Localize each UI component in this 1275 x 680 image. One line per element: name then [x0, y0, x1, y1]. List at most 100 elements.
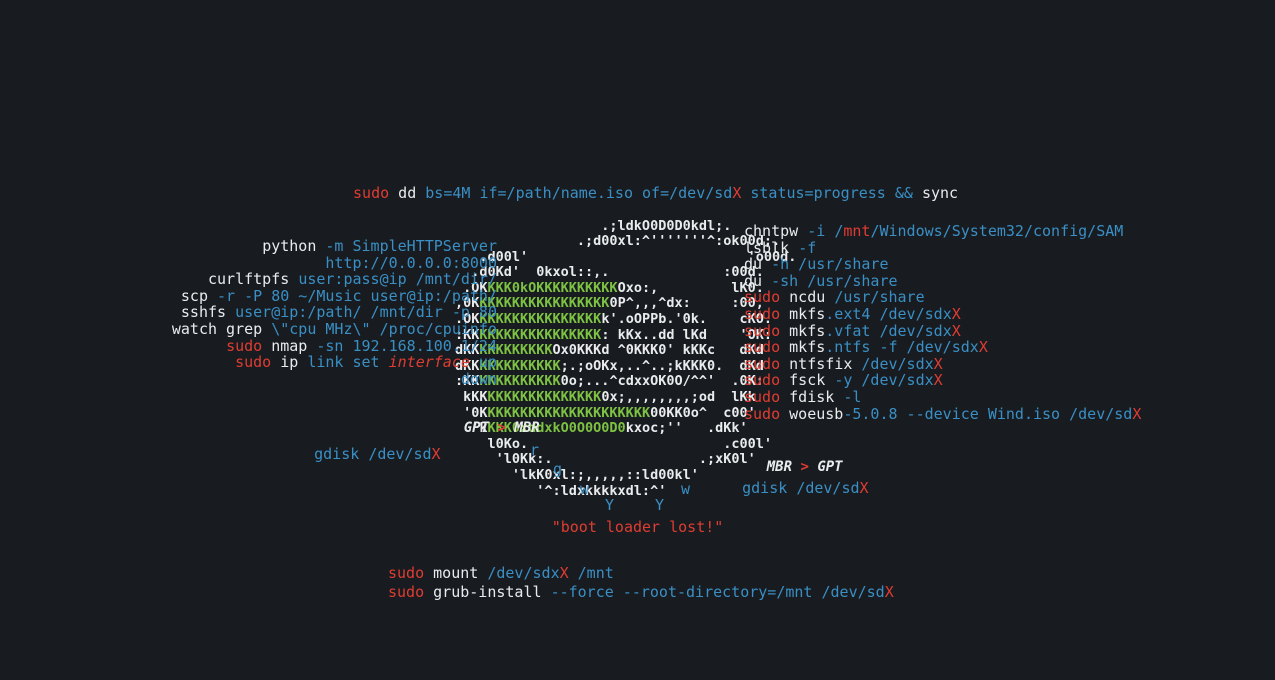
chntpw-seg-1: -i: [807, 222, 835, 240]
mount-seg-3: x: [550, 564, 560, 582]
gpt-label: GPT: [463, 420, 490, 436]
fsck-seg-3: x: [924, 371, 934, 390]
right-cmd-ntfsfix: sudo ntfsfix /dev/sdxX: [744, 354, 1141, 373]
dd-command-args: bs=4M if=/path/name.iso of=/dev/sd: [425, 184, 733, 202]
ip-link-set-seg-2: link set: [307, 353, 389, 372]
boot-loader-lost-text: "boot loader lost!": [551, 518, 724, 536]
bottom-cmd-grub-install: sudo grub-install --force --root-directo…: [388, 583, 894, 602]
lsblk-seg-0: lsblk: [744, 238, 799, 257]
right-cmd-mkfs-ntfs: sudo mkfs.ntfs -f /dev/sdxX: [744, 339, 1141, 356]
mkfs-ext4-seg-3: x: [942, 304, 952, 323]
fdisk-seg-2: -l: [843, 387, 862, 406]
python-http-seg-1: -m: [325, 237, 353, 255]
du-h-seg-0: du: [744, 255, 772, 274]
left-cmd-curlftpfs: curlftpfs user:pass@ip /mnt/dir/: [172, 271, 497, 288]
grub-install-seg-1: grub-install: [433, 582, 551, 601]
ip-link-set-seg-4: up: [469, 353, 497, 372]
tux-leg-y2: Y: [655, 496, 665, 514]
right-cmd-chntpw: chntpw -i /mnt/Windows/System32/config/S…: [744, 223, 1141, 240]
gpt-to-mbr-label: GPT > MBR: [430, 404, 540, 452]
left-cmd-python-http: python -m SimpleHTTPServer: [172, 238, 497, 255]
dd-command-name: dd: [389, 184, 426, 202]
fsck-seg-1: fsck: [789, 371, 835, 390]
mkfs-vfat-seg-3: x: [942, 321, 952, 340]
right-cmd-fsck: sudo fsck -y /dev/sdxX: [744, 372, 1141, 389]
nmap-seg-0: sudo: [226, 336, 272, 355]
ntfsfix-seg-4: X: [933, 354, 943, 373]
scp-seg-1: -r -P 80 ~/Music user@ip:/path/: [217, 286, 497, 305]
dd-sync-keyword: sync: [921, 184, 959, 202]
nmap-seg-1: nmap: [271, 336, 317, 355]
gdisk-right-name: gdisk: [742, 479, 797, 497]
mkfs-ntfs-seg-2: .ntfs -f /dev/sd: [825, 338, 970, 357]
right-cmd-du-sh: du -sh /usr/share: [744, 271, 1141, 290]
watch-grep-seg-0: watch grep: [171, 319, 272, 338]
right-cmd-mkfs-vfat: sudo mkfs.vfat /dev/sdxX: [744, 321, 1141, 340]
ncdu-seg-1: ncdu: [789, 288, 835, 307]
curlftpfs-seg-0: curlftpfs: [208, 270, 299, 289]
left-cmd-scp: scp -r -P 80 ~/Music user@ip:/path/: [172, 286, 497, 305]
wallpaper-canvas: sudo dd bs=4M if=/path/name.iso of=/dev/…: [0, 0, 1275, 680]
du-sh-seg-1: -sh /usr/share: [771, 271, 898, 290]
watch-grep-seg-1: \"cpu MHz\" /proc/cpuinfo: [271, 319, 497, 338]
left-command-column: python -m SimpleHTTPServer http://0.0.0.0…: [172, 238, 497, 387]
chntpw-seg-2: /: [834, 222, 844, 240]
dd-sudo-keyword: sudo: [353, 184, 390, 202]
right-cmd-mkfs-ext4: sudo mkfs.ext4 /dev/sdxX: [744, 306, 1141, 323]
ntfsfix-seg-1: ntfsfix: [789, 354, 862, 373]
left-cmd-sshfs: sshfs user@ip:/path/ /mnt/dir -p 80: [172, 304, 497, 321]
left-cmd-ip-link-set: sudo ip link set interface up: [172, 354, 497, 371]
mkfs-ntfs-seg-0: sudo: [744, 338, 790, 357]
dd-command-line: sudo dd bs=4M if=/path/name.iso of=/dev/…: [0, 166, 1275, 220]
du-sh-seg-0: du: [744, 271, 772, 290]
woeusb-seg-1: woeusb: [789, 404, 844, 423]
woeusb-seg-3: X: [1132, 404, 1142, 423]
dd-command-tail: status=progress &&: [741, 184, 922, 202]
mount-seg-4: X: [559, 564, 569, 582]
gdisk-left-name: gdisk: [314, 445, 369, 463]
right-command-column: chntpw -i /mnt/Windows/System32/config/S…: [744, 223, 1141, 422]
gdisk-left-command: gdisk /dev/sdX: [278, 427, 440, 481]
python-http-seg-2: SimpleHTTPServer: [352, 237, 498, 255]
ncdu-seg-0: sudo: [744, 288, 790, 307]
gdisk-left-path: /dev/sd: [368, 445, 432, 463]
http-url-seg-0: http://0.0.0.0:8000: [325, 253, 497, 272]
tux-leg-g: g: [553, 460, 563, 478]
mkfs-vfat-seg-1: mkfs: [789, 321, 826, 340]
ip-link-set-seg-0: sudo: [235, 353, 281, 372]
mount-seg-1: mount: [433, 564, 488, 582]
du-h-seg-1: -h /usr/share: [771, 255, 889, 274]
chntpw-seg-4: /Windows/System32/config/SAM: [870, 222, 1124, 240]
chntpw-seg-3: mnt: [843, 222, 871, 240]
ip-link-down-seg-0: down: [460, 369, 497, 388]
gdisk-right-path: /dev/sd: [796, 479, 860, 497]
mkfs-vfat-seg-2: .vfat /dev/sd: [825, 321, 943, 340]
woeusb-seg-2: -5.0.8 --device Wind.iso /dev/sd: [843, 404, 1133, 423]
scp-seg-0: scp: [180, 286, 218, 305]
bottom-cmd-mount: sudo mount /dev/sdxX /mnt: [388, 564, 894, 583]
mkfs-ntfs-seg-1: mkfs: [789, 338, 826, 357]
mkfs-ntfs-seg-3: x: [969, 338, 979, 357]
grub-install-seg-3: X: [884, 582, 894, 601]
gpt-mbr-arrow: >: [489, 420, 515, 436]
right-cmd-woeusb: sudo woeusb-5.0.8 --device Wind.iso /dev…: [744, 404, 1142, 423]
dd-device-letter: X: [732, 184, 742, 202]
mbr-label: MBR: [514, 420, 540, 436]
mkfs-ext4-seg-0: sudo: [744, 304, 790, 323]
left-cmd-watch-grep: watch grep \"cpu MHz\" /proc/cpuinfo: [172, 321, 497, 338]
left-cmd-nmap: sudo nmap -sn 192.168.100.1/24: [172, 336, 497, 355]
sshfs-seg-1: user@ip:/path/ /mnt/dir -p 80: [235, 303, 497, 322]
chntpw-seg-0: chntpw: [744, 222, 808, 240]
mkfs-vfat-seg-4: X: [951, 321, 961, 340]
fdisk-seg-1: fdisk: [789, 387, 844, 406]
ntfsfix-seg-3: x: [924, 354, 934, 373]
mount-seg-5: /mnt: [568, 564, 614, 582]
gdisk-right-command: gdisk /dev/sdX: [706, 461, 869, 515]
gdisk-right-device-letter: X: [859, 479, 869, 497]
right-cmd-lsblk: lsblk -f: [744, 238, 1141, 257]
left-cmd-ip-link-down: down: [172, 369, 497, 388]
ntfsfix-seg-0: sudo: [744, 354, 790, 373]
fsck-seg-2: -y /dev/sd: [834, 371, 925, 390]
mkfs-ntfs-seg-4: X: [978, 338, 988, 357]
right-cmd-du-h: du -h /usr/share: [744, 256, 1141, 273]
